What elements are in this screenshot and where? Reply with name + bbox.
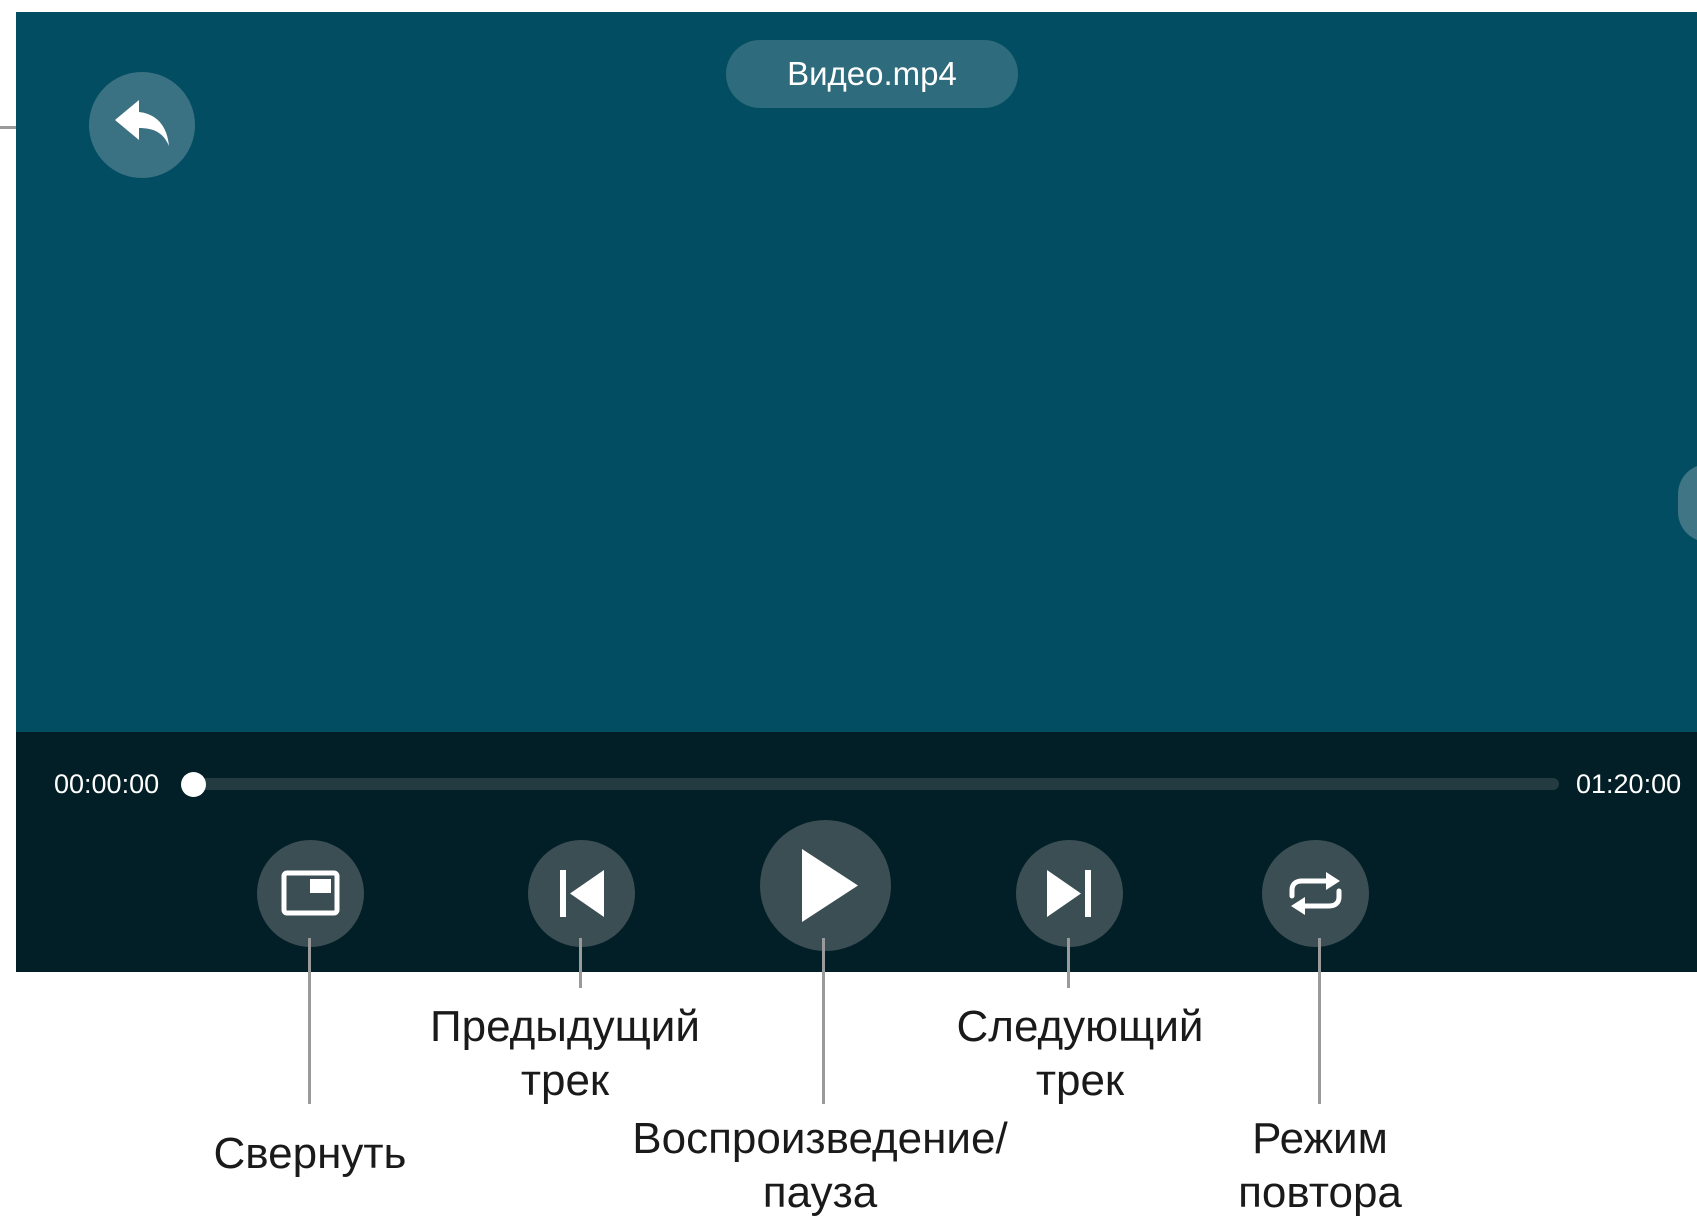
next-callout-line1: Следующий [956,1002,1204,1051]
progress-track[interactable] [192,778,1559,790]
play-icon [802,849,858,922]
side-panel-handle[interactable] [1678,464,1697,542]
next-track-button[interactable] [1016,840,1123,947]
minimize-callout-text: Свернуть [213,1129,407,1178]
time-current: 00:00:00 [54,769,160,799]
back-button[interactable] [89,72,195,178]
video-player-screen[interactable]: Видео.mp4 00:00:00 01:20:00 [16,12,1697,972]
repeat-icon [1289,872,1342,915]
file-title: Видео.mp4 [726,40,1018,108]
minimize-callout: Свернуть [160,1127,460,1181]
play-leader-line [822,938,825,1104]
previous-leader-line [579,938,582,988]
skip-next-icon [1047,870,1091,917]
picture-in-picture-icon [281,870,340,916]
previous-track-button[interactable] [528,840,635,947]
minimize-button[interactable] [257,840,364,947]
play-pause-button[interactable] [760,820,891,951]
skip-previous-icon [560,870,604,917]
play-callout-line1: Воспроизведение/ [632,1114,1008,1163]
minimize-leader-line [308,938,311,1104]
next-track-callout: Следующий трек [925,1000,1235,1108]
next-callout-line2: трек [1035,1056,1125,1105]
control-bar: 00:00:00 01:20:00 [16,732,1697,972]
back-arrow-icon [115,100,169,146]
repeat-mode-callout: Режим повтора [1180,1112,1460,1218]
repeat-callout-line1: Режим [1252,1114,1388,1163]
next-leader-line [1067,938,1070,988]
repeat-callout-line2: повтора [1238,1168,1402,1217]
previous-track-callout: Предыдущий трек [400,1000,730,1108]
previous-callout-line1: Предыдущий [430,1002,700,1051]
play-pause-callout: Воспроизведение/ пауза [590,1112,1050,1218]
previous-callout-line2: трек [520,1056,610,1105]
progress-knob[interactable] [181,772,206,797]
figure: Видео.mp4 00:00:00 01:20:00 Свернуть Пре… [0,0,1697,1218]
time-total: 01:20:00 [1576,769,1682,799]
play-callout-line2: пауза [762,1168,878,1217]
repeat-leader-line [1318,938,1321,1104]
repeat-mode-button[interactable] [1262,840,1369,947]
